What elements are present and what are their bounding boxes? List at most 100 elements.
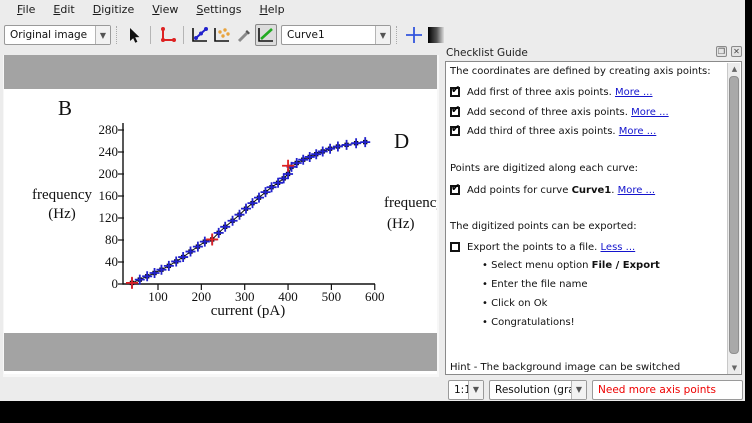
plot-overlay bbox=[4, 55, 437, 374]
bullet-icon: • bbox=[482, 279, 488, 290]
digitized-point[interactable] bbox=[333, 142, 343, 152]
cursor-arrow-icon bbox=[126, 27, 142, 44]
checklist-intro-export: The digitized points can be exported: bbox=[450, 221, 723, 232]
chevron-down-icon: ▼ bbox=[468, 381, 483, 399]
curve-name: Curve1 bbox=[572, 185, 612, 196]
loaded-graph-image: B D frequency (Hz) current (pA) frequenc… bbox=[4, 55, 437, 374]
digitized-point[interactable] bbox=[351, 138, 361, 148]
scrollbar-thumb[interactable] bbox=[729, 76, 739, 354]
menu-edit[interactable]: Edit bbox=[44, 1, 83, 18]
step-text: Add second of three axis points. bbox=[467, 107, 631, 118]
checklist-intro-curve: Points are digitized along each curve: bbox=[450, 163, 723, 174]
resolution-combo[interactable]: Resolution (graph): ▼ bbox=[489, 380, 587, 400]
toolbar-separator bbox=[396, 26, 398, 44]
less-link[interactable]: Less ... bbox=[601, 242, 636, 253]
gradient-swatch-button[interactable] bbox=[425, 24, 447, 46]
substep-bold: File / Export bbox=[592, 260, 660, 271]
substep-text: Enter the file name bbox=[491, 279, 587, 290]
scrollbar-up-icon[interactable]: ▲ bbox=[728, 63, 741, 75]
checklist-step-export: Export the points to a file. Less ... bbox=[450, 240, 723, 253]
more-link[interactable]: More ... bbox=[615, 87, 653, 98]
export-substep-2: • Enter the file name bbox=[482, 279, 723, 290]
curve-combo-value: Curve1 bbox=[282, 29, 375, 41]
menu-file[interactable]: File bbox=[8, 1, 44, 18]
crosshair-button[interactable] bbox=[403, 24, 425, 46]
select-tool-button[interactable] bbox=[123, 24, 145, 46]
checklist-titlebar: Checklist Guide ❐ ✕ bbox=[443, 45, 745, 61]
more-link[interactable]: More ... bbox=[618, 185, 656, 196]
menu-help[interactable]: Help bbox=[250, 1, 293, 18]
bullet-icon: • bbox=[482, 298, 488, 309]
digitized-point[interactable] bbox=[200, 237, 210, 247]
chevron-down-icon: ▼ bbox=[95, 26, 110, 44]
step-text: Add first of three axis points. bbox=[467, 87, 615, 98]
export-substep-4: • Congratulations! bbox=[482, 317, 723, 328]
menu-digitize[interactable]: Digitize bbox=[84, 1, 144, 18]
checkbox-checked-icon[interactable] bbox=[450, 107, 460, 117]
zoom-combo-value: 1:1 bbox=[449, 384, 468, 396]
checklist-panel: Checklist Guide ❐ ✕ The coordinates are … bbox=[443, 45, 745, 375]
checklist-step-axis-1: Add first of three axis points. More ... bbox=[450, 85, 723, 98]
checkbox-checked-icon[interactable] bbox=[450, 185, 460, 195]
more-link[interactable]: More ... bbox=[631, 107, 669, 118]
checklist-scrollbar[interactable]: ▲ ▼ bbox=[727, 63, 740, 374]
checklist-step-curve: Add points for curve Curve1. More ... bbox=[450, 183, 723, 196]
chevron-down-icon: ▼ bbox=[571, 381, 586, 399]
segment-fill-tool-button[interactable] bbox=[255, 24, 277, 46]
toolbar-separator bbox=[116, 26, 118, 44]
toolbar-separator bbox=[183, 26, 184, 44]
color-picker-icon bbox=[236, 27, 253, 44]
export-substep-3: • Click on Ok bbox=[482, 298, 723, 309]
background-combo-value: Original image bbox=[5, 29, 95, 41]
checklist-intro-axis: The coordinates are defined by creating … bbox=[450, 66, 723, 77]
substep-text: Congratulations! bbox=[491, 317, 575, 328]
status-bar: 1:1 ▼ Resolution (graph): ▼ Need more ax… bbox=[0, 378, 745, 401]
menu-view[interactable]: View bbox=[143, 1, 187, 18]
menu-bar: File Edit Digitize View Settings Help bbox=[0, 0, 745, 19]
dock-close-icon[interactable]: ✕ bbox=[731, 46, 742, 57]
step-text: Export the points to a file. bbox=[467, 242, 601, 253]
export-substep-1: • Select menu option File / Export bbox=[482, 260, 723, 271]
gradient-swatch-icon bbox=[428, 27, 444, 43]
checklist-step-axis-2: Add second of three axis points. More ..… bbox=[450, 105, 723, 118]
checklist-body: The coordinates are defined by creating … bbox=[445, 61, 742, 375]
checkbox-checked-icon[interactable] bbox=[450, 87, 460, 97]
dock-float-icon[interactable]: ❐ bbox=[716, 46, 727, 57]
bullet-icon: • bbox=[482, 260, 488, 271]
digitized-point[interactable] bbox=[342, 140, 352, 150]
color-picker-tool-button[interactable] bbox=[233, 24, 255, 46]
crosshair-icon bbox=[405, 26, 423, 44]
curve-line bbox=[132, 142, 365, 283]
checkbox-unchecked-icon[interactable] bbox=[450, 242, 460, 252]
step-text: Add third of three axis points. bbox=[467, 126, 619, 137]
substep-text: Click on Ok bbox=[491, 298, 547, 309]
bullet-icon: • bbox=[482, 317, 488, 328]
point-match-tool-button[interactable] bbox=[211, 24, 233, 46]
digitized-point[interactable] bbox=[178, 252, 188, 262]
digitized-point[interactable] bbox=[360, 137, 370, 147]
checkbox-checked-icon[interactable] bbox=[450, 126, 460, 136]
digitized-point[interactable] bbox=[186, 247, 196, 257]
step-text: Add points for curve bbox=[467, 185, 572, 196]
checklist-hint: Hint - The background image can be switc… bbox=[450, 361, 723, 375]
curve-combo[interactable]: Curve1 ▼ bbox=[281, 25, 391, 45]
axis-point-tool-button[interactable] bbox=[156, 24, 178, 46]
resolution-combo-value: Resolution (graph): bbox=[490, 384, 571, 396]
point-match-icon bbox=[212, 26, 232, 44]
more-link[interactable]: More ... bbox=[619, 126, 657, 137]
curve-point-icon bbox=[190, 26, 210, 44]
graph-canvas[interactable]: B D frequency (Hz) current (pA) frequenc… bbox=[3, 55, 439, 377]
segment-fill-icon bbox=[256, 26, 276, 44]
axis-point[interactable] bbox=[126, 277, 138, 289]
substep-text: Select menu option bbox=[491, 260, 592, 271]
menu-settings[interactable]: Settings bbox=[187, 1, 250, 18]
checklist-title: Checklist Guide bbox=[443, 47, 528, 59]
hint-text: Hint - The background image can be switc… bbox=[450, 362, 686, 375]
scrollbar-down-icon[interactable]: ▼ bbox=[728, 362, 741, 374]
background-combo[interactable]: Original image ▼ bbox=[4, 25, 111, 45]
zoom-combo[interactable]: 1:1 ▼ bbox=[448, 380, 484, 400]
digitized-point[interactable] bbox=[193, 242, 203, 252]
curve-point-tool-button[interactable] bbox=[189, 24, 211, 46]
axis-point-icon bbox=[158, 26, 176, 44]
app-window: File Edit Digitize View Settings Help Or… bbox=[0, 0, 745, 401]
